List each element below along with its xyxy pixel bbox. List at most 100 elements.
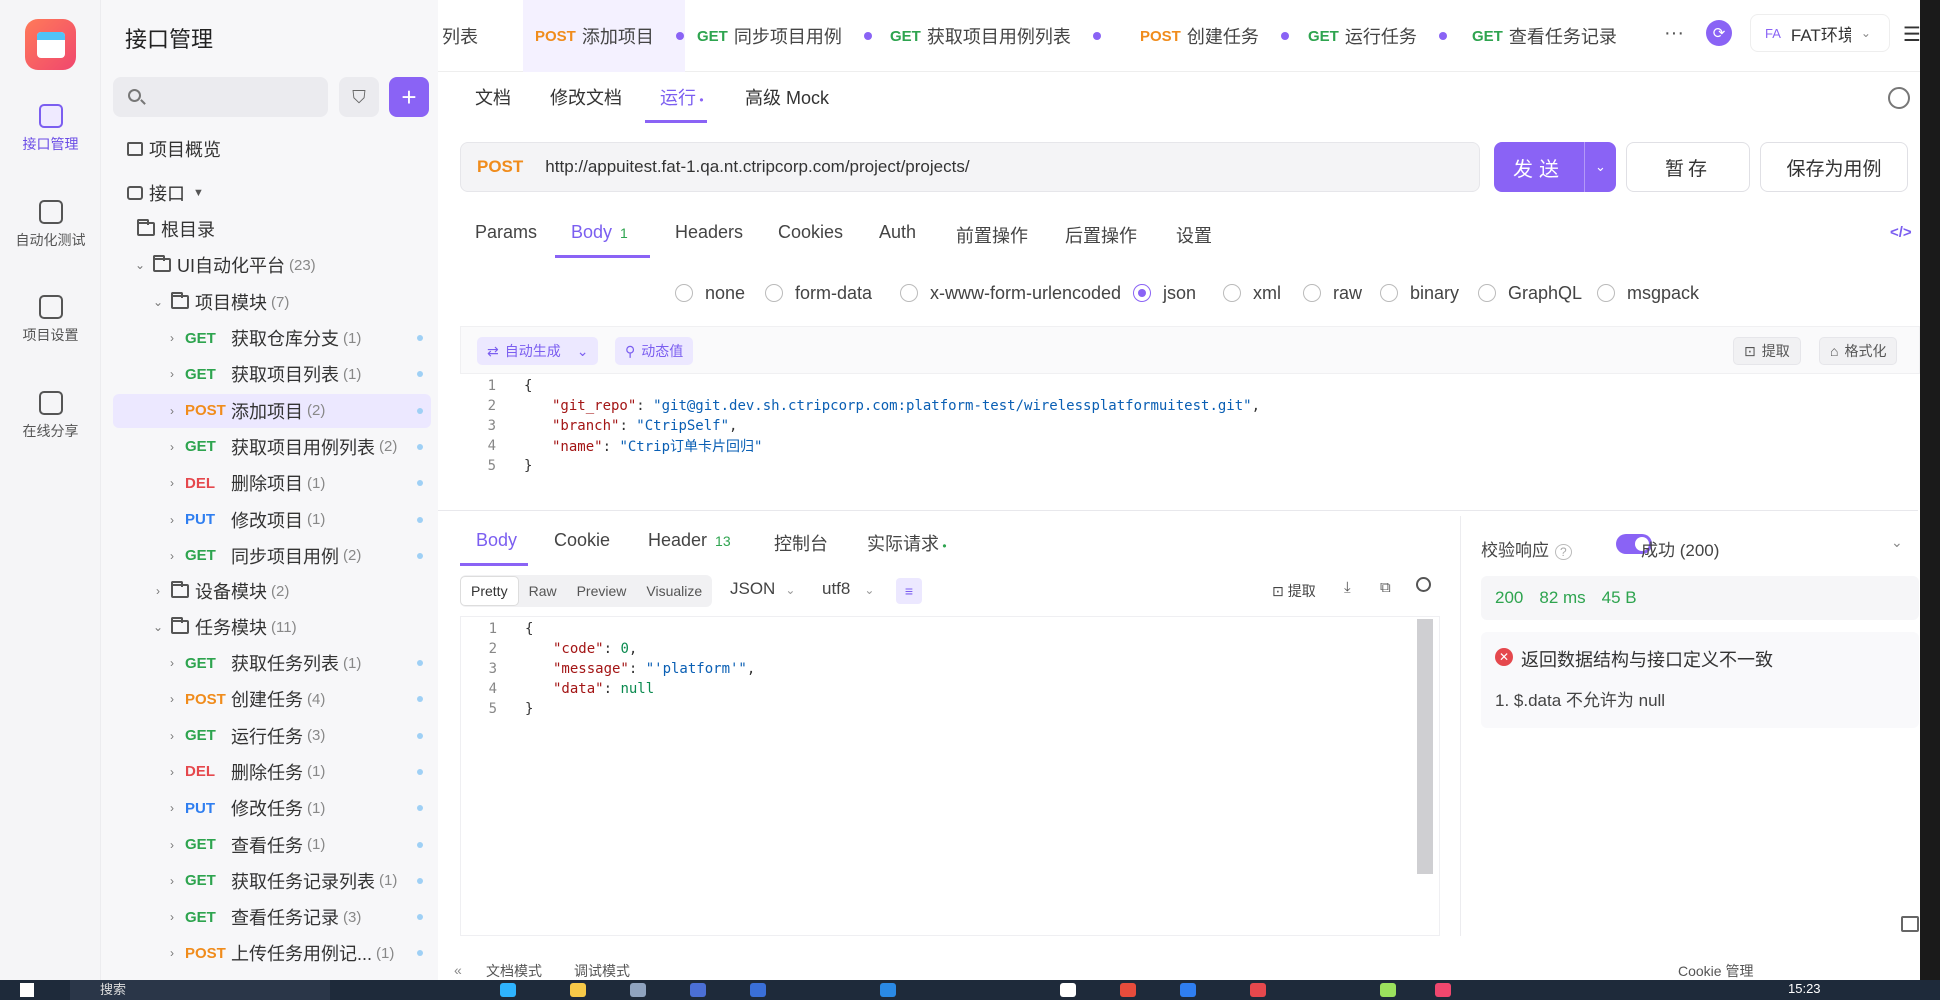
more-tabs-button[interactable]: ··· — [1664, 22, 1684, 45]
tab-pre-actions[interactable]: 前置操作 — [956, 222, 1028, 248]
menu-icon[interactable]: ☰ — [1903, 22, 1921, 47]
request-tab[interactable]: POST 添加项目 — [523, 0, 685, 72]
tree-device-module[interactable]: › 设备模块 (2) — [113, 574, 431, 608]
doc-mode-button[interactable]: 文档模式 — [486, 961, 542, 981]
rail-item-project-settings[interactable]: 项目设置 — [0, 295, 101, 345]
resp-tab-console[interactable]: 控制台 — [774, 530, 828, 556]
search-icon[interactable] — [1416, 577, 1431, 592]
tab-auth[interactable]: Auth — [879, 222, 916, 243]
tab-post-actions[interactable]: 后置操作 — [1065, 222, 1137, 248]
api-item[interactable]: › POST 创建任务 (4) — [113, 682, 431, 716]
tree-root-dir[interactable]: 根目录 — [113, 212, 431, 246]
api-item[interactable]: › GET 获取任务记录列表 (1) — [113, 864, 431, 898]
resp-tab-actual-request[interactable]: 实际请求 • — [867, 530, 947, 556]
body-type-option[interactable]: json — [1133, 280, 1196, 306]
taskbar-search[interactable]: 搜索 — [70, 980, 330, 1000]
api-item[interactable]: › GET 查看任务记录 (3) — [113, 900, 431, 934]
copy-icon[interactable]: ⧉ — [1380, 579, 1391, 596]
tree-platform-folder[interactable]: ⌄ UI自动化平台 (23) — [113, 248, 431, 282]
vs-icon[interactable] — [1180, 983, 1196, 997]
api-item[interactable]: › GET 获取项目列表 (1) — [113, 357, 431, 391]
resp-tab-cookie[interactable]: Cookie — [554, 530, 610, 551]
environment-select[interactable]: FA FAT环境 ⌄ — [1750, 14, 1890, 52]
validate-status[interactable]: 成功 (200) — [1641, 536, 1719, 561]
language-select[interactable]: JSON ⌄ — [730, 579, 795, 599]
request-method[interactable]: POST — [477, 157, 523, 177]
history-icon[interactable] — [1888, 87, 1910, 109]
request-tab[interactable]: GET 同步项目用例 — [685, 0, 878, 72]
filter-button[interactable]: ⛉ — [339, 77, 379, 117]
format-pretty[interactable]: Pretty — [460, 576, 519, 606]
tree-project-overview[interactable]: 项目概览 — [113, 132, 431, 166]
windows-start-icon[interactable] — [20, 983, 34, 997]
resp-tab-body[interactable]: Body — [476, 530, 517, 551]
chevron-down-icon[interactable]: ⌄ — [1891, 534, 1903, 551]
tree-task-module[interactable]: ⌄ 任务模块 (11) — [113, 610, 431, 644]
format-raw[interactable]: Raw — [519, 583, 567, 599]
store-icon[interactable] — [630, 983, 646, 997]
api-item[interactable]: › GET 同步项目用例 (2) — [113, 539, 431, 573]
rail-item-share[interactable]: 在线分享 — [0, 391, 101, 441]
tab-headers[interactable]: Headers — [675, 222, 743, 243]
tab-settings[interactable]: 设置 — [1176, 222, 1212, 248]
layout-icon[interactable] — [1901, 916, 1919, 932]
request-tab[interactable]: GET 获取项目用例列表 — [878, 0, 1128, 72]
apifox-icon[interactable] — [1435, 983, 1451, 997]
body-type-option[interactable]: binary — [1380, 280, 1459, 306]
format-visualize[interactable]: Visualize — [636, 583, 712, 599]
body-type-option[interactable]: msgpack — [1597, 280, 1699, 306]
body-type-option[interactable]: GraphQL — [1478, 280, 1582, 306]
resp-extract-button[interactable]: ⊡ 提取 — [1272, 581, 1316, 601]
request-tab[interactable]: GET 查看任务记录 — [1460, 0, 1630, 72]
dynamic-value-button[interactable]: ⚲ 动态值 — [615, 337, 694, 365]
radio-icon[interactable] — [1597, 284, 1615, 302]
radio-icon[interactable] — [900, 284, 918, 302]
format-preview[interactable]: Preview — [567, 583, 637, 599]
format-button[interactable]: ⌂ 格式化 — [1819, 337, 1898, 365]
body-type-option[interactable]: xml — [1223, 280, 1281, 306]
collapse-icon[interactable]: « — [454, 962, 462, 978]
debug-mode-button[interactable]: 调试模式 — [574, 961, 630, 981]
sync-icon[interactable]: ⟳ — [1706, 20, 1732, 46]
tab-params[interactable]: Params — [475, 222, 537, 243]
subtab-docs[interactable]: 文档 — [475, 84, 511, 110]
api-item[interactable]: › GET 获取任务列表 (1) — [113, 646, 431, 680]
api-item[interactable]: › PUT 修改项目 (1) — [113, 503, 431, 537]
app-icon[interactable] — [750, 983, 766, 997]
url-bar[interactable]: POST http://appuitest.fat-1.qa.nt.ctripc… — [460, 142, 1480, 192]
radio-icon[interactable] — [765, 284, 783, 302]
subtab-run[interactable]: 运行 • — [660, 84, 704, 110]
api-item[interactable]: › GET 获取仓库分支 (1) — [113, 321, 431, 355]
body-type-option[interactable]: none — [675, 280, 745, 306]
edge-icon[interactable] — [500, 983, 516, 997]
add-button[interactable]: + — [389, 77, 429, 117]
api-item[interactable]: › GET 查看任务 (1) — [113, 828, 431, 862]
request-tab[interactable]: POST 创建任务 — [1128, 0, 1296, 72]
app-icon[interactable] — [1060, 983, 1076, 997]
radio-icon[interactable] — [1133, 284, 1151, 302]
tab-cookies[interactable]: Cookies — [778, 222, 843, 243]
rail-item-automation[interactable]: 自动化测试 — [0, 200, 101, 250]
api-item[interactable]: › GET 获取项目用例列表 (2) — [113, 430, 431, 464]
vscode-icon[interactable] — [880, 983, 896, 997]
download-icon[interactable]: ⤓ — [1344, 579, 1351, 596]
body-type-option[interactable]: form-data — [765, 280, 872, 306]
explorer-icon[interactable] — [570, 983, 586, 997]
radio-icon[interactable] — [1223, 284, 1241, 302]
scrollbar[interactable] — [1417, 619, 1433, 874]
pycharm-icon[interactable] — [1380, 983, 1396, 997]
subtab-edit-docs[interactable]: 修改文档 — [550, 84, 622, 110]
url-input[interactable]: http://appuitest.fat-1.qa.nt.ctripcorp.c… — [545, 157, 969, 177]
wrap-icon[interactable]: ≡ — [896, 578, 922, 604]
tab-partial[interactable]: 列表 — [438, 0, 520, 72]
api-item[interactable]: › POST 上传任务用例记... (1) — [113, 936, 431, 970]
send-button[interactable]: 发送 ⌄ — [1494, 142, 1616, 192]
auto-generate-button[interactable]: ⇄ 自动生成 ⌄ — [477, 337, 599, 365]
response-body-viewer[interactable]: 1{2 "code": 0, 3 "message": "'platform'", 4 "… — [460, 616, 1440, 936]
body-type-option[interactable]: x-www-form-urlencoded — [900, 280, 1121, 306]
extract-button[interactable]: ⊡ 提取 — [1733, 337, 1801, 365]
resp-tab-header[interactable]: Header 13 — [648, 530, 731, 551]
encoding-select[interactable]: utf8 ⌄ — [822, 579, 874, 599]
tab-body[interactable]: Body 1 — [571, 222, 628, 243]
search-input[interactable] — [113, 77, 328, 117]
